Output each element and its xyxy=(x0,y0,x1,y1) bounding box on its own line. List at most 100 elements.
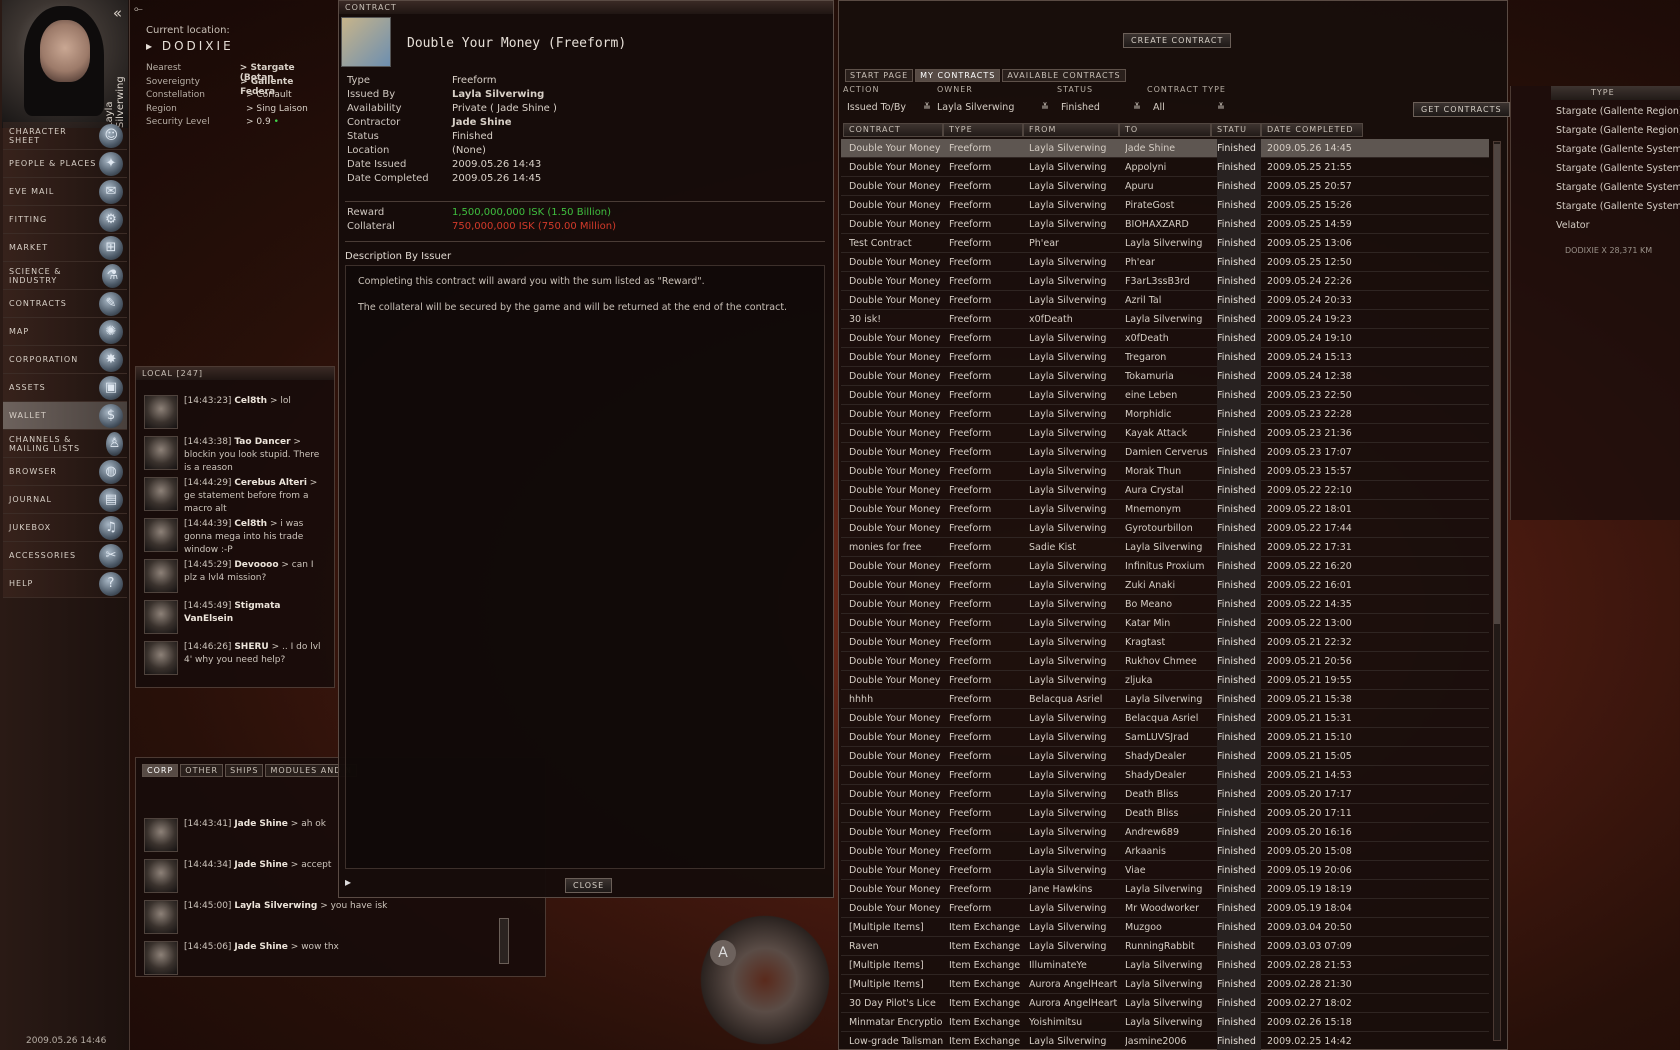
sidebar-item-mail[interactable]: EVE MAIL ✉ xyxy=(3,178,127,206)
table-row[interactable]: Double Your Money Freeform Layla Silverwin… xyxy=(841,899,1489,918)
table-row[interactable]: Double Your Money Freeform Layla Silverwin… xyxy=(841,405,1489,424)
table-row[interactable]: Double Your Money Freeform Layla Silverwin… xyxy=(841,481,1489,500)
avatar[interactable] xyxy=(144,395,178,429)
type-select[interactable]: All ≚ xyxy=(1153,102,1225,113)
table-row[interactable]: Double Your Money Freeform Layla Silverwin… xyxy=(841,158,1489,177)
avatar[interactable] xyxy=(144,641,178,675)
table-row[interactable]: Double Your Money Freeform Layla Silverwin… xyxy=(841,614,1489,633)
sidebar-item-market[interactable]: MARKET ⊞ xyxy=(3,234,127,262)
table-row[interactable]: Double Your Money Freeform Layla Silverwin… xyxy=(841,177,1489,196)
avatar[interactable] xyxy=(144,600,178,634)
chat-tab[interactable]: CORP xyxy=(142,764,179,777)
tab-my-contracts[interactable]: MY CONTRACTS xyxy=(915,69,1001,82)
overview-row[interactable]: Stargate (Gallente System) xyxy=(1551,159,1680,178)
column-header[interactable]: TYPE xyxy=(943,123,1023,137)
table-row[interactable]: Double Your Money Freeform Layla Silverwin… xyxy=(841,709,1489,728)
chat-sender[interactable]: Devoooo xyxy=(234,560,278,570)
overview-row[interactable]: Stargate (Gallente Region) xyxy=(1551,121,1680,140)
status-select[interactable]: Finished ≚ xyxy=(1061,102,1141,113)
avatar[interactable] xyxy=(144,859,178,893)
owner-select[interactable]: Layla Silverwing ≚ xyxy=(937,102,1049,113)
avatar[interactable] xyxy=(144,436,178,470)
table-row[interactable]: 30 Day Pilot's Lice Item Exchange Aurora A… xyxy=(841,994,1489,1013)
table-row[interactable]: monies for free Freeform Sadie Kist Layla S… xyxy=(841,538,1489,557)
chat-sender[interactable]: Tao Dancer xyxy=(234,437,290,447)
chat-sender[interactable]: Jade Shine xyxy=(234,819,288,829)
chat-sender[interactable]: SHERU xyxy=(234,642,268,652)
table-row[interactable]: Double Your Money Freeform Jane Hawkins Lay… xyxy=(841,880,1489,899)
table-row[interactable]: Double Your Money Freeform Layla Silverwin… xyxy=(841,576,1489,595)
sidebar-item-character-sheet[interactable]: CHARACTER SHEET ☺ xyxy=(3,122,127,150)
column-header[interactable]: FROM xyxy=(1023,123,1119,137)
table-row[interactable]: Double Your Money Freeform Layla Silverwin… xyxy=(841,500,1489,519)
overview-row[interactable]: Velator xyxy=(1551,216,1680,235)
avatar[interactable] xyxy=(144,900,178,934)
table-row[interactable]: Double Your Money Freeform Layla Silverwin… xyxy=(841,861,1489,880)
table-row[interactable]: Double Your Money Freeform Layla Silverwin… xyxy=(841,557,1489,576)
overview-row[interactable]: Stargate (Gallente System) xyxy=(1551,178,1680,197)
table-row[interactable]: Double Your Money Freeform Layla Silverwin… xyxy=(841,348,1489,367)
table-row[interactable]: Double Your Money Freeform Layla Silverwin… xyxy=(841,329,1489,348)
table-row[interactable]: Double Your Money Freeform Layla Silverwin… xyxy=(841,291,1489,310)
table-row[interactable]: Double Your Money Freeform Layla Silverwin… xyxy=(841,462,1489,481)
character-portrait[interactable]: Layla Silverwing « xyxy=(2,0,128,128)
sidebar-item-browser[interactable]: BROWSER ◍ xyxy=(3,458,127,486)
create-contract-button[interactable]: CREATE CONTRACT xyxy=(1123,33,1232,48)
sidebar-item-contracts[interactable]: CONTRACTS ✎ xyxy=(3,290,127,318)
table-row[interactable]: Double Your Money Freeform Layla Silverwin… xyxy=(841,633,1489,652)
sidebar-item-help[interactable]: HELP? xyxy=(3,570,127,598)
table-row[interactable]: Double Your Money Freeform Layla Silverwin… xyxy=(841,519,1489,538)
table-row[interactable]: Double Your Money Freeform Layla Silverwin… xyxy=(841,367,1489,386)
overview-row[interactable]: Stargate (Gallente System) xyxy=(1551,197,1680,216)
overview-row[interactable]: Stargate (Gallente Region) xyxy=(1551,102,1680,121)
get-contracts-button[interactable]: GET CONTRACTS xyxy=(1413,102,1510,117)
sidebar-item-map[interactable]: MAP ✺ xyxy=(3,318,127,346)
contracts-scroll-thumb[interactable] xyxy=(1494,144,1500,624)
chat-sender[interactable]: Cel8th xyxy=(234,396,267,406)
table-row[interactable]: Double Your Money Freeform Layla Silverwin… xyxy=(841,671,1489,690)
table-row[interactable]: Double Your Money Freeform Layla Silverwin… xyxy=(841,386,1489,405)
table-row[interactable]: [Multiple Items] Item Exchange IlluminateY… xyxy=(841,956,1489,975)
autopilot-icon[interactable]: A xyxy=(710,940,736,966)
table-row[interactable]: [Multiple Items] Item Exchange Aurora Ange… xyxy=(841,975,1489,994)
chat-sender[interactable]: Jade Shine xyxy=(234,860,288,870)
avatar[interactable] xyxy=(144,941,178,975)
table-row[interactable]: Double Your Money Freeform Layla Silverwin… xyxy=(841,272,1489,291)
menu-toggle-icon[interactable]: ⟜ xyxy=(134,2,143,16)
sidebar-item-science-industry[interactable]: SCIENCE & INDUSTRY ⚗ xyxy=(3,262,127,290)
sidebar-item-journal[interactable]: JOURNAL ▤ xyxy=(3,486,127,514)
table-row[interactable]: Raven Item Exchange Layla Silverwing Runnin… xyxy=(841,937,1489,956)
column-header[interactable]: DATE COMPLETED xyxy=(1261,123,1363,137)
table-row[interactable]: 30 isk! Freeform x0fDeath Layla Silverwing F… xyxy=(841,310,1489,329)
table-row[interactable]: Double Your Money Freeform Layla Silverwin… xyxy=(841,842,1489,861)
avatar[interactable] xyxy=(144,477,178,511)
contracts-scrollbar[interactable] xyxy=(1493,141,1501,1041)
avatar[interactable] xyxy=(144,818,178,852)
chat-tab[interactable]: OTHER xyxy=(180,764,224,777)
expand-arrow-icon[interactable]: ▸ xyxy=(345,875,351,889)
tab-available-contracts[interactable]: AVAILABLE CONTRACTS xyxy=(1002,69,1126,82)
chat-sender[interactable]: Cel8th xyxy=(234,519,267,529)
action-select[interactable]: Issued To/By ≚ xyxy=(847,102,931,113)
sidebar-item-channels[interactable]: CHANNELS & MAILING LISTS ♙ xyxy=(3,430,127,458)
sidebar-item-corporation[interactable]: CORPORATION ✸ xyxy=(3,346,127,374)
sidebar-item-assets[interactable]: ASSETS ▣ xyxy=(3,374,127,402)
tab-start-page[interactable]: START PAGE xyxy=(845,69,914,82)
table-row[interactable]: Double Your Money Freeform Layla Silverwin… xyxy=(841,652,1489,671)
chat-sender[interactable]: Cerebus Alteri xyxy=(234,478,307,488)
column-header[interactable]: CONTRACT xyxy=(843,123,943,137)
table-row[interactable]: Test Contract Freeform Ph'ear Layla Silverw… xyxy=(841,234,1489,253)
avatar[interactable] xyxy=(144,518,178,552)
overview-row[interactable]: Stargate (Gallente System) xyxy=(1551,140,1680,159)
chat-tab[interactable]: SHIPS xyxy=(225,764,264,777)
detail-value[interactable]: Layla Silverwing xyxy=(452,89,544,100)
table-row[interactable]: Minmatar Encryption Item Exchange Yoishimi… xyxy=(841,1013,1489,1032)
table-row[interactable]: Double Your Money Freeform Layla Silverwin… xyxy=(841,595,1489,614)
table-row[interactable]: Double Your Money Freeform Layla Silverwin… xyxy=(841,747,1489,766)
avatar[interactable] xyxy=(144,559,178,593)
sidebar-item-fitting[interactable]: FITTING ⚙ xyxy=(3,206,127,234)
table-row[interactable]: Double Your Money Freeform Layla Silverwin… xyxy=(841,253,1489,272)
overview-type-header[interactable]: TYPE xyxy=(1551,86,1680,100)
chat-sender[interactable]: Layla Silverwing xyxy=(234,901,317,911)
table-row[interactable]: Double Your Money Freeform Layla Silverwin… xyxy=(841,443,1489,462)
